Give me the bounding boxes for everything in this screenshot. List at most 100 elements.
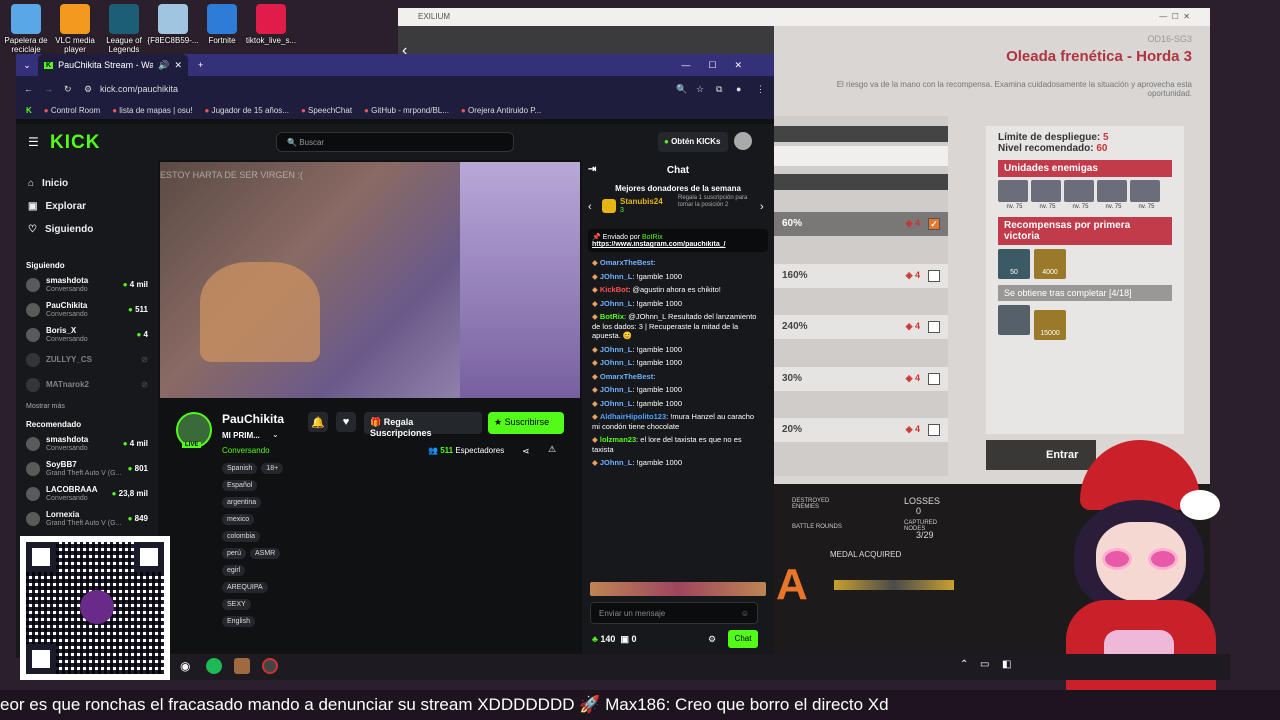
video-player[interactable]: ESTOY HARTA DE SER VIRGEN :( — [160, 162, 580, 398]
menu-icon[interactable]: ⋮ — [756, 84, 766, 95]
bookmark-item[interactable]: ● Orejera Antiruido P... — [461, 106, 541, 115]
stream-tag[interactable]: Spanish — [222, 463, 258, 474]
url-field[interactable]: kick.com/pauchikita — [100, 84, 676, 94]
bookmark-item[interactable]: ● lista de mapas | osu! — [112, 106, 192, 115]
show-more-link[interactable]: Mostrar más — [16, 397, 158, 416]
bookmark-item[interactable]: ● Jugador de 15 años... — [205, 106, 289, 115]
sidebar-channel[interactable]: PauChikita Conversando ● 511 — [16, 297, 158, 322]
enemy-unit[interactable]: nv. 75 — [1031, 177, 1064, 210]
sidebar-channel[interactable]: MATnarok2 ⊘ — [16, 372, 158, 397]
chat-username[interactable]: JOhnn_L — [600, 385, 633, 394]
chat-username[interactable]: JOhnn_L — [600, 272, 633, 281]
sidebar-channel[interactable]: smashdota Conversando ● 4 mil — [16, 431, 158, 456]
spotify-icon[interactable] — [206, 658, 222, 674]
chat-username[interactable]: BotRix — [600, 312, 624, 321]
stream-tag[interactable]: English — [222, 616, 255, 627]
obs-icon[interactable] — [262, 658, 278, 674]
chat-username[interactable]: lolzman23 — [600, 435, 636, 444]
profile-icon[interactable]: ● — [736, 84, 756, 94]
tray-chevron-icon[interactable]: ⌃ — [960, 659, 968, 670]
next-icon[interactable]: › — [760, 201, 764, 213]
bookmark-item[interactable]: ● Control Room — [44, 106, 100, 115]
bookmark-item[interactable]: ● GitHub - mrpond/BL... — [364, 106, 449, 115]
desktop-icon[interactable]: League of Legends — [98, 4, 150, 54]
stream-tag[interactable]: Español — [222, 480, 258, 491]
modifier-checkbox[interactable] — [928, 372, 940, 385]
stream-tag[interactable]: AREQUIPA — [222, 582, 268, 593]
sidebar-channel[interactable]: LACOBRAAA Conversando ● 23,8 mil — [16, 481, 158, 506]
hamburger-icon[interactable]: ☰ — [28, 135, 39, 149]
browser-tab[interactable]: K PauChikita Stream - Watch 🔊 ✕ — [38, 54, 188, 76]
forward-icon[interactable]: → — [44, 84, 64, 94]
desktop-icon[interactable]: tiktok_live_s... — [245, 4, 297, 45]
report-icon[interactable]: ⚠ — [548, 444, 556, 455]
enemy-unit[interactable]: nv. 75 — [998, 177, 1031, 210]
bookmark-item[interactable]: ● SpeechChat — [301, 106, 352, 115]
kick-bookmark-icon[interactable]: K — [26, 106, 32, 115]
modifier-row[interactable]: 160% ◈ 4 — [774, 263, 948, 288]
stream-tag[interactable]: SEXY — [222, 599, 251, 610]
chat-username[interactable]: KickBot — [600, 285, 628, 294]
stream-tag[interactable]: egirl — [222, 565, 246, 576]
stream-tag[interactable]: argentina — [222, 497, 262, 508]
emoji-icon[interactable]: ☺ — [741, 609, 749, 618]
zoom-icon[interactable]: 🔍 — [676, 84, 696, 95]
search-input[interactable]: 🔍 Buscar — [276, 132, 514, 152]
modifier-row[interactable]: 20% ◈ 4 — [774, 418, 948, 442]
nav-following[interactable]: ♡ Siguiendo — [16, 218, 158, 241]
reward-item[interactable]: 4000 — [1034, 249, 1066, 279]
battery-icon[interactable]: ▭ — [980, 659, 989, 670]
stream-tag[interactable]: ASMR — [250, 548, 281, 559]
stream-tag[interactable]: mexico — [222, 514, 255, 525]
back-icon[interactable]: ← — [24, 84, 44, 94]
chat-username[interactable]: JOhnn_L — [600, 458, 633, 467]
send-button[interactable]: Chat — [728, 630, 758, 648]
sidebar-channel[interactable]: ZULLYY_CS ⊘ — [16, 347, 158, 372]
chat-username[interactable]: JOhnn_L — [600, 358, 633, 367]
sidebar-channel[interactable]: Lornexia Grand Theft Auto V (G... ● 849 — [16, 506, 158, 531]
chat-username[interactable]: OmarxTheBest — [600, 372, 653, 381]
prev-icon[interactable]: ‹ — [588, 201, 592, 213]
extensions-icon[interactable]: ⧉ — [716, 84, 736, 95]
stream-category[interactable]: Conversando — [222, 446, 270, 455]
chat-input[interactable]: Enviar un mensaje ☺ — [590, 602, 758, 624]
window-controls[interactable]: —☐✕ — [681, 60, 760, 71]
stream-tag[interactable]: colombia — [222, 531, 261, 542]
modifier-checkbox[interactable] — [928, 269, 940, 282]
sidebar-channel[interactable]: smashdota Conversando ● 4 mil — [16, 272, 158, 297]
modifier-checkbox[interactable] — [928, 321, 940, 333]
kick-logo[interactable]: KICK — [50, 132, 100, 154]
enemy-unit[interactable]: nv. 75 — [1064, 177, 1097, 210]
tab-close-icon[interactable]: ✕ — [174, 60, 182, 71]
get-kicks-button[interactable]: ● Obtén KICKs — [658, 132, 728, 152]
chat-username[interactable]: JOhnn_L — [600, 299, 633, 308]
steam-icon[interactable]: ◉ — [180, 659, 190, 673]
heart-icon[interactable]: ♥ — [336, 412, 356, 432]
desktop-icon[interactable]: Papelera de reciclaje — [0, 4, 52, 54]
modifier-row[interactable]: 60% ◈ 4 ✓ — [774, 212, 948, 236]
chat-username[interactable]: JOhnn_L — [600, 345, 633, 354]
collapse-icon[interactable]: ⇥ — [588, 164, 596, 175]
emote-bar[interactable] — [590, 582, 766, 596]
sidebar-channel[interactable]: Boris_X Conversando ● 4 — [16, 322, 158, 347]
donor-name[interactable]: Stanubis24 — [620, 197, 663, 206]
modifier-checkbox[interactable]: ✓ — [928, 218, 940, 230]
new-tab-icon[interactable]: + — [198, 60, 203, 70]
modifier-checkbox[interactable] — [928, 424, 940, 436]
modifier-row[interactable]: 240% ◈ 4 — [774, 315, 948, 339]
desktop-icon[interactable]: {F8EC8B59-... — [147, 4, 199, 45]
gift-subs-button[interactable]: 🎁 Regala Suscripciones — [364, 412, 482, 438]
speaker-icon[interactable]: 🔊 — [158, 60, 169, 71]
nav-home[interactable]: ⌂ Inicio — [16, 172, 158, 195]
chat-username[interactable]: AldhairHipolito123 — [600, 412, 666, 421]
stream-tag[interactable]: 18+ — [261, 463, 284, 474]
stream-tag[interactable]: perú — [222, 548, 247, 559]
channel-name[interactable]: PauChikita — [222, 412, 284, 426]
site-info-icon[interactable]: ⚙ — [84, 84, 100, 95]
modifier-row[interactable]: 30% ◈ 4 — [774, 366, 948, 391]
reward-item[interactable]: 50 — [998, 249, 1030, 279]
desktop-icon[interactable]: Fortnite — [196, 4, 248, 45]
nav-explore[interactable]: ▣ Explorar — [16, 195, 158, 218]
reload-icon[interactable]: ↻ — [64, 84, 84, 95]
share-icon[interactable]: ⋖ — [522, 446, 530, 457]
